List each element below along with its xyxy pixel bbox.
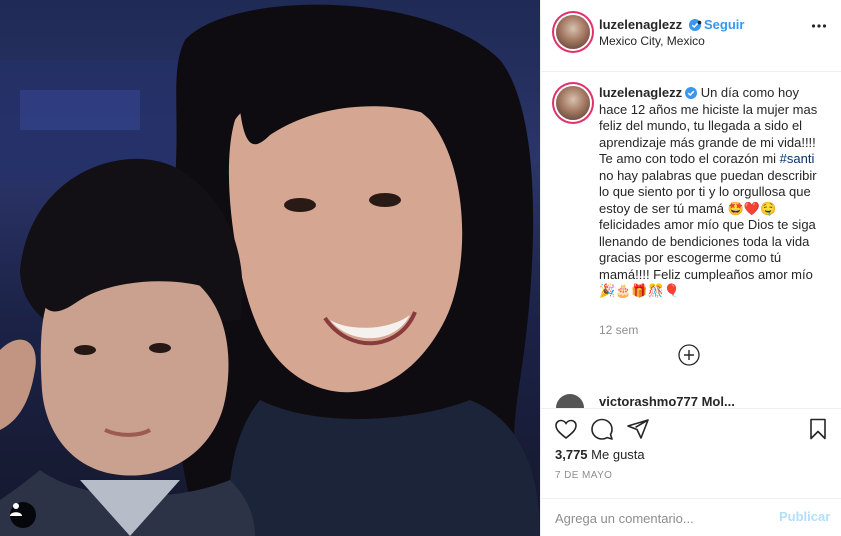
comments-list[interactable]: luzelenaglezz Un día como hoy hace 12 añ… [541, 72, 841, 408]
author-username-text[interactable]: luzelenaglezz [599, 17, 682, 32]
publish-button[interactable]: Publicar [779, 509, 830, 524]
commenter-username[interactable]: victorashmo777 Mol... [599, 394, 735, 408]
commenter-avatar[interactable] [556, 394, 584, 408]
add-comment-bar: Publicar [541, 498, 841, 536]
bookmark-icon[interactable] [806, 417, 830, 441]
verified-badge-icon [685, 87, 698, 99]
author-avatar[interactable] [556, 15, 590, 49]
caption-username[interactable]: luzelenaglezz [599, 85, 682, 100]
share-icon[interactable] [626, 417, 650, 441]
comment-input[interactable] [555, 507, 765, 529]
post-side-panel: luzelenaglezz • Seguir Mexico City, Mexi… [540, 0, 841, 536]
load-more-comments-icon[interactable] [678, 344, 700, 366]
caption-text-part2: no hay palabras que puedan describir lo … [599, 151, 821, 299]
follow-button[interactable]: Seguir [704, 17, 744, 32]
post-photo[interactable] [0, 0, 540, 536]
user-icon [10, 503, 22, 516]
separator-dot: • [697, 14, 702, 30]
post-location[interactable]: Mexico City, Mexico [599, 34, 705, 48]
post-header: luzelenaglezz • Seguir Mexico City, Mexi… [541, 0, 841, 72]
ellipsis-icon[interactable] [811, 18, 827, 34]
caption-time-ago: 12 sem [599, 323, 639, 337]
post-image [0, 4, 540, 536]
tagged-users-button[interactable] [10, 502, 36, 528]
caption-author-avatar[interactable] [556, 86, 590, 120]
post-date[interactable]: 7 DE MAYO [555, 470, 612, 481]
post-caption: luzelenaglezz Un día como hoy hace 12 añ… [599, 85, 829, 300]
hashtag-link[interactable]: #santi [780, 151, 815, 166]
post-actions: 3,775 Me gusta 7 DE MAYO [541, 408, 841, 498]
likes-number[interactable]: 3,775 [555, 447, 588, 462]
heart-icon[interactable] [554, 417, 578, 441]
likes-count[interactable]: 3,775 Me gusta [555, 447, 645, 462]
comment-icon[interactable] [590, 417, 614, 441]
likes-label[interactable]: Me gusta [591, 447, 644, 462]
author-username[interactable]: luzelenaglezz [599, 17, 701, 32]
